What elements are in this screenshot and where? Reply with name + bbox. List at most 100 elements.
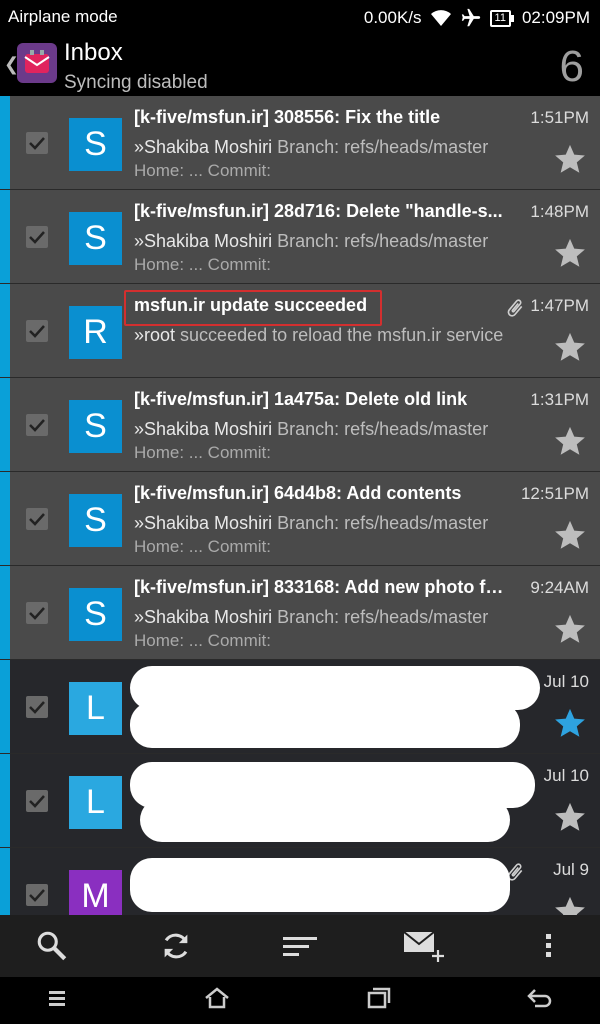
message-sender: »root [134, 325, 176, 345]
select-checkbox[interactable] [26, 884, 48, 906]
account-color-bar [0, 190, 10, 283]
account-color-bar [0, 472, 10, 565]
app-bar: ❮ Inbox Syncing disabled 6 [0, 34, 600, 96]
message-sender: »Shakiba Moshiri [134, 419, 273, 439]
star-icon[interactable] [553, 236, 587, 275]
message-row[interactable]: S [k-five/msfun.ir] 64d4b8: Add contents… [0, 472, 600, 566]
message-preview: Branch: refs/heads/master [277, 607, 489, 627]
search-icon[interactable] [22, 921, 82, 971]
select-checkbox[interactable] [26, 790, 48, 812]
back-icon[interactable] [525, 986, 555, 1015]
avatar[interactable]: S [69, 400, 122, 453]
message-preview: Branch: refs/heads/master [277, 513, 489, 533]
redaction-blob [130, 858, 510, 912]
message-preview-line2: Home: ... Commit: [134, 631, 271, 650]
message-preview: Branch: refs/heads/master [277, 231, 489, 251]
message-row[interactable]: M Jul 9 [0, 848, 600, 916]
clock: 02:09PM [521, 8, 590, 27]
avatar[interactable]: S [69, 588, 122, 641]
select-checkbox[interactable] [26, 508, 48, 530]
message-row[interactable]: L Jul 10 [0, 754, 600, 848]
star-icon[interactable] [553, 800, 587, 839]
message-preview-line2: Home: ... Commit: [134, 161, 271, 180]
message-time: Jul 10 [543, 672, 589, 691]
home-icon[interactable] [202, 986, 232, 1015]
select-checkbox[interactable] [26, 602, 48, 624]
recent-apps-menu-icon[interactable] [45, 988, 69, 1013]
message-time: 1:51PM [530, 108, 589, 127]
account-color-bar [0, 848, 10, 916]
message-row[interactable]: S [k-five/msfun.ir] 28d716: Delete "hand… [0, 190, 600, 284]
select-checkbox[interactable] [26, 132, 48, 154]
message-preview-line2: Home: ... Commit: [134, 537, 271, 556]
message-row[interactable]: S [k-five/msfun.ir] 308556: Fix the titl… [0, 96, 600, 190]
k9-mail-logo-icon[interactable] [17, 43, 57, 83]
message-subject: [k-five/msfun.ir] 308556: Fix the title [134, 107, 441, 127]
star-icon[interactable] [553, 612, 587, 651]
star-icon[interactable] [553, 706, 587, 745]
message-sender: »Shakiba Moshiri [134, 513, 273, 533]
message-sender: »Shakiba Moshiri [134, 607, 273, 627]
account-color-bar [0, 378, 10, 471]
sort-icon[interactable] [270, 921, 330, 971]
message-preview: Branch: refs/heads/master [277, 419, 489, 439]
redaction-blob [130, 702, 520, 748]
message-sender: »Shakiba Moshiri [134, 231, 273, 251]
star-icon[interactable] [553, 894, 587, 916]
message-preview: succeeded to reload the msfun.ir service [180, 325, 504, 345]
message-subject: [k-five/msfun.ir] 1a475a: Delete old lin… [134, 389, 468, 409]
airplane-icon [460, 7, 482, 29]
message-row[interactable]: R msfun.ir update succeeded 1:47PM »root… [0, 284, 600, 378]
message-subject: [k-five/msfun.ir] 28d716: Delete "handle… [134, 201, 503, 221]
wifi-icon [430, 9, 452, 27]
airplane-mode-label: Airplane mode [8, 7, 118, 26]
star-icon[interactable] [553, 330, 587, 369]
message-row[interactable]: S [k-five/msfun.ir] 833168: Add new phot… [0, 566, 600, 660]
overflow-menu-icon[interactable] [518, 921, 578, 971]
avatar[interactable]: S [69, 212, 122, 265]
unread-count: 6 [559, 42, 584, 91]
message-subject: [k-five/msfun.ir] 64d4b8: Add contents [134, 483, 462, 503]
star-icon[interactable] [553, 424, 587, 463]
avatar[interactable]: S [69, 118, 122, 171]
message-subject: [k-five/msfun.ir] 833168: Add new photo … [134, 577, 509, 597]
message-time: 1:47PM [530, 296, 589, 315]
account-color-bar [0, 284, 10, 377]
message-sender: »Shakiba Moshiri [134, 137, 273, 157]
star-icon[interactable] [553, 518, 587, 557]
message-row[interactable]: L Jul 10 [0, 660, 600, 754]
recents-icon[interactable] [366, 986, 392, 1015]
message-time: 9:24AM [530, 578, 589, 597]
select-checkbox[interactable] [26, 226, 48, 248]
compose-icon[interactable] [394, 921, 454, 971]
message-subject: msfun.ir update succeeded [134, 295, 368, 315]
message-time: Jul 10 [543, 766, 589, 785]
avatar[interactable]: R [69, 306, 122, 359]
avatar[interactable]: L [69, 682, 122, 735]
status-bar: Airplane mode 0.00K/s 11 02:09PM [0, 0, 600, 34]
star-icon[interactable] [553, 142, 587, 181]
page-title: Inbox [64, 39, 123, 66]
select-checkbox[interactable] [26, 696, 48, 718]
account-color-bar [0, 660, 10, 753]
account-color-bar [0, 566, 10, 659]
account-color-bar [0, 754, 10, 847]
message-time: 1:48PM [530, 202, 589, 221]
refresh-icon[interactable] [146, 921, 206, 971]
message-row[interactable]: S [k-five/msfun.ir] 1a475a: Delete old l… [0, 378, 600, 472]
account-color-bar [0, 96, 10, 189]
attachment-icon [504, 296, 526, 325]
select-checkbox[interactable] [26, 320, 48, 342]
message-time: Jul 9 [553, 860, 589, 879]
avatar[interactable]: M [69, 870, 122, 916]
avatar[interactable]: L [69, 776, 122, 829]
select-checkbox[interactable] [26, 414, 48, 436]
avatar[interactable]: S [69, 494, 122, 547]
bottom-action-bar [0, 915, 600, 977]
sync-status: Syncing disabled [64, 72, 208, 93]
battery-icon: 11 [489, 9, 514, 27]
message-time: 1:31PM [530, 390, 589, 409]
message-list: S [k-five/msfun.ir] 308556: Fix the titl… [0, 96, 600, 916]
redaction-blob [140, 798, 510, 842]
network-speed: 0.00K/s [363, 8, 422, 27]
